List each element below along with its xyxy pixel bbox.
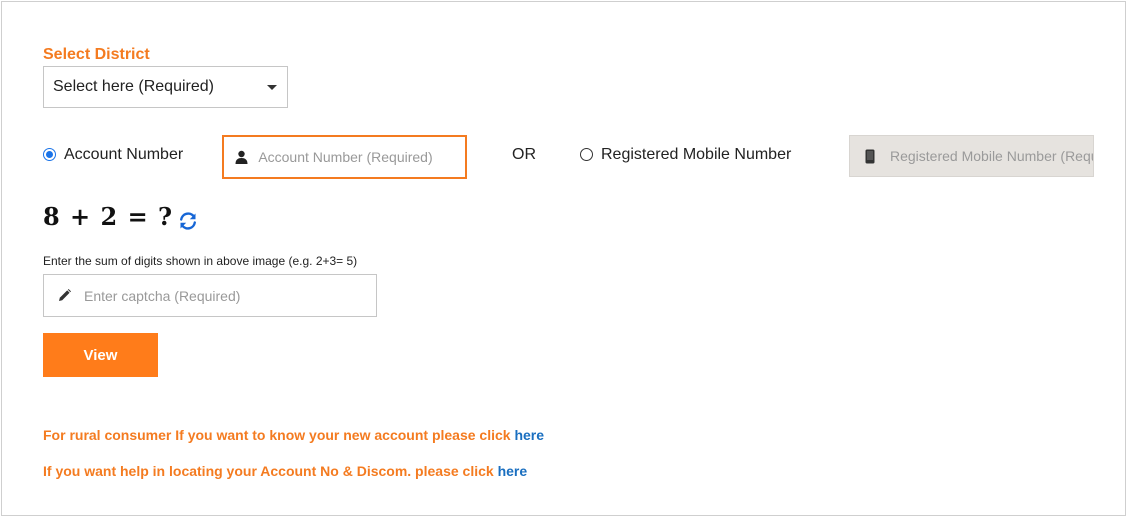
captcha-hint: Enter the sum of digits shown in above i… — [43, 254, 358, 268]
captcha-field[interactable] — [43, 274, 377, 317]
user-icon — [224, 150, 258, 164]
account-number-input[interactable] — [258, 137, 465, 177]
captcha-image: 8 + 2 = ? — [43, 202, 174, 231]
account-number-radio[interactable] — [43, 148, 56, 161]
view-button[interactable]: View — [43, 333, 158, 377]
rural-consumer-note: For rural consumer If you want to know y… — [43, 427, 544, 443]
caret-down-icon — [267, 85, 277, 90]
rural-consumer-here-link[interactable]: here — [514, 427, 544, 443]
or-separator: OR — [512, 146, 536, 163]
account-help-note: If you want help in locating your Accoun… — [43, 463, 527, 479]
account-help-note-text: If you want help in locating your Accoun… — [43, 463, 498, 479]
rural-consumer-note-text: For rural consumer If you want to know y… — [43, 427, 515, 443]
mobile-phone-icon — [850, 149, 890, 164]
refresh-icon[interactable] — [178, 211, 198, 236]
district-select-value: Select here (Required) — [53, 78, 214, 95]
captcha-input[interactable] — [84, 275, 376, 316]
account-number-option-label[interactable]: Account Number — [64, 146, 183, 164]
mobile-number-field[interactable] — [849, 135, 1094, 177]
mobile-number-input[interactable] — [890, 136, 1093, 176]
account-help-here-link[interactable]: here — [498, 463, 528, 479]
pencil-icon — [44, 289, 84, 302]
mobile-number-option-label[interactable]: Registered Mobile Number — [601, 146, 791, 164]
account-number-field[interactable] — [222, 135, 467, 179]
mobile-number-radio[interactable] — [580, 148, 593, 161]
district-label: Select District — [43, 46, 150, 63]
district-select[interactable]: Select here (Required) — [43, 66, 288, 108]
